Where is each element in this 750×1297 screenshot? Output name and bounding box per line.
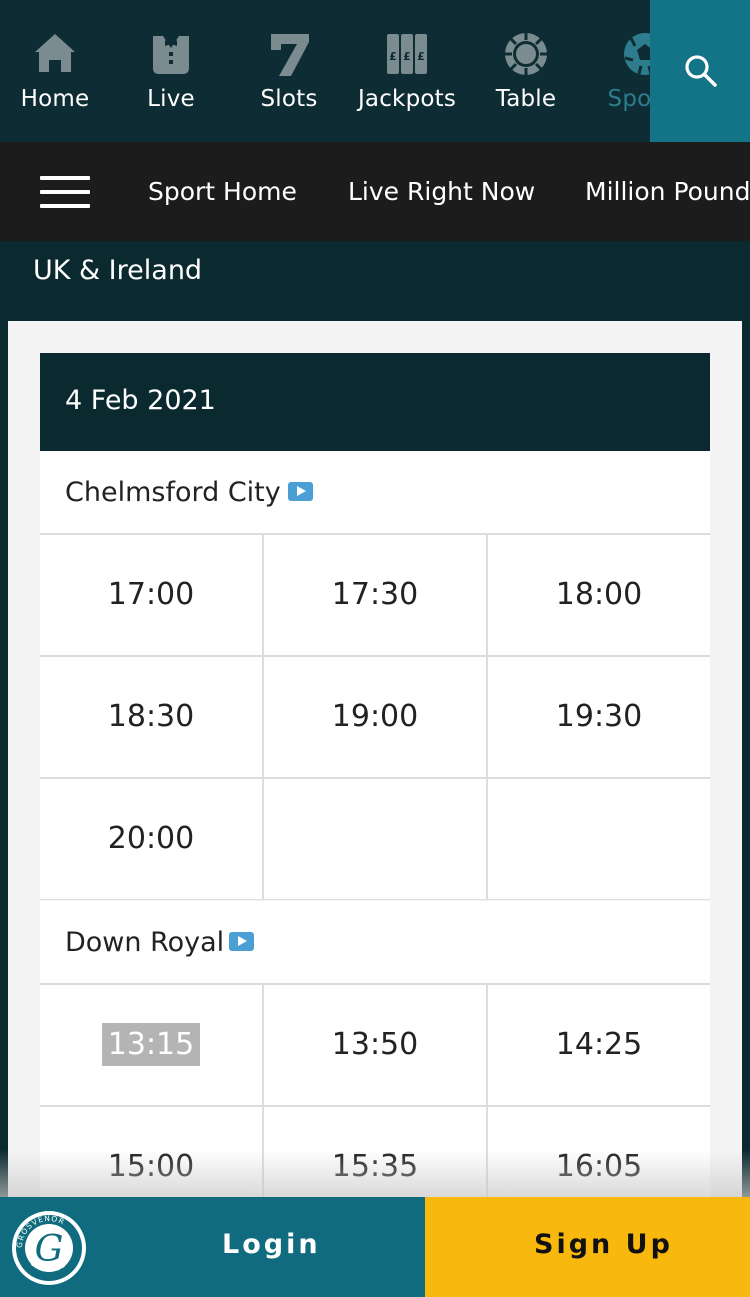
nav-jackpots[interactable]: £ £ £ Jackpots [348, 0, 466, 142]
nav-live[interactable]: Live [112, 0, 230, 142]
nav-slots-label: Slots [260, 86, 318, 112]
race-time-cell-selected[interactable]: 13:15 [40, 985, 262, 1105]
race-time: 17:00 [107, 577, 195, 612]
search-button[interactable] [650, 0, 750, 142]
race-time: 15:00 [107, 1149, 195, 1184]
nav-live-label: Live [147, 86, 195, 112]
sport-subnav: Sport Home Live Right Now Million Pound [0, 142, 750, 241]
nav-home[interactable]: Home [0, 0, 114, 142]
search-icon [685, 55, 717, 87]
race-time-cell[interactable]: 18:00 [488, 535, 710, 655]
home-icon [35, 34, 75, 72]
nav-sports[interactable]: Sports [586, 0, 650, 142]
meeting-header-chelmsford[interactable]: Chelmsford City [40, 451, 710, 535]
race-time-cell[interactable]: 19:00 [264, 657, 486, 777]
svg-text:£: £ [389, 50, 397, 63]
empty-cell [264, 779, 486, 899]
race-time: 14:25 [555, 1027, 643, 1062]
race-time-cell[interactable]: 18:30 [40, 657, 262, 777]
race-time-cell[interactable]: 17:30 [264, 535, 486, 655]
empty-cell [488, 779, 710, 899]
subnav-sport-home[interactable]: Sport Home [148, 142, 297, 241]
login-button[interactable]: G GROSVENOR CASINOS Login [0, 1197, 425, 1297]
nav-home-label: Home [20, 86, 90, 112]
chip-icon [505, 33, 547, 75]
meeting-name: Down Royal [65, 927, 225, 958]
nav-sports-label: Sports [607, 86, 650, 112]
tuxedo-icon [153, 36, 189, 74]
race-time: 20:00 [107, 821, 195, 856]
race-time: 16:05 [555, 1149, 643, 1184]
race-time: 17:30 [331, 577, 419, 612]
meeting-name: Chelmsford City [65, 477, 281, 508]
race-time-cell[interactable]: 20:00 [40, 779, 262, 899]
nav-table[interactable]: Table [467, 0, 585, 142]
signup-label: Sign Up [534, 1229, 673, 1260]
race-time: 13:50 [331, 1027, 419, 1062]
nav-jackpots-label: Jackpots [357, 86, 457, 112]
race-time: 19:30 [555, 699, 643, 734]
subnav-million-pound[interactable]: Million Pound [585, 142, 750, 241]
race-time-cell[interactable]: 19:30 [488, 657, 710, 777]
race-time: 15:35 [331, 1149, 419, 1184]
date-label: 4 Feb 2021 [65, 385, 216, 416]
race-time-cell[interactable]: 14:25 [488, 985, 710, 1105]
login-label: Login [222, 1229, 321, 1260]
race-time: 18:00 [555, 577, 643, 612]
footer-bar: G GROSVENOR CASINOS Login Sign Up [0, 1197, 750, 1297]
live-stream-icon [229, 932, 254, 951]
race-times-grid-chelmsford: 17:00 17:30 18:00 18:30 19:00 19:30 20:0… [40, 535, 710, 900]
football-icon [624, 33, 650, 75]
menu-icon[interactable] [40, 176, 92, 208]
live-stream-icon [288, 482, 313, 501]
grosvenor-logo-icon: G GROSVENOR CASINOS [12, 1211, 86, 1285]
signup-button[interactable]: Sign Up [425, 1197, 750, 1297]
race-time-cell[interactable]: 13:50 [264, 985, 486, 1105]
section-title: UK & Ireland [33, 255, 203, 286]
date-header: 4 Feb 2021 [40, 353, 710, 451]
race-time: 18:30 [107, 699, 195, 734]
race-times-grid-down-royal: 13:15 13:50 14:25 15:00 15:35 16:05 [40, 985, 710, 1229]
meeting-header-down-royal[interactable]: Down Royal [40, 901, 710, 985]
nav-slots[interactable]: Slots [230, 0, 348, 142]
jackpot-reels-icon: £ £ £ [387, 34, 427, 74]
nav-table-label: Table [495, 86, 557, 112]
seven-icon [271, 34, 309, 76]
race-time-cell[interactable]: 17:00 [40, 535, 262, 655]
race-time: 13:15 [101, 1023, 201, 1066]
section-header: UK & Ireland [8, 241, 742, 321]
svg-text:£: £ [417, 50, 425, 63]
race-time: 19:00 [331, 699, 419, 734]
top-navigation: Home Live Slots £ £ £ Jackpots Table Spo [0, 0, 750, 142]
subnav-live-right-now[interactable]: Live Right Now [348, 142, 535, 241]
svg-text:£: £ [403, 50, 411, 63]
